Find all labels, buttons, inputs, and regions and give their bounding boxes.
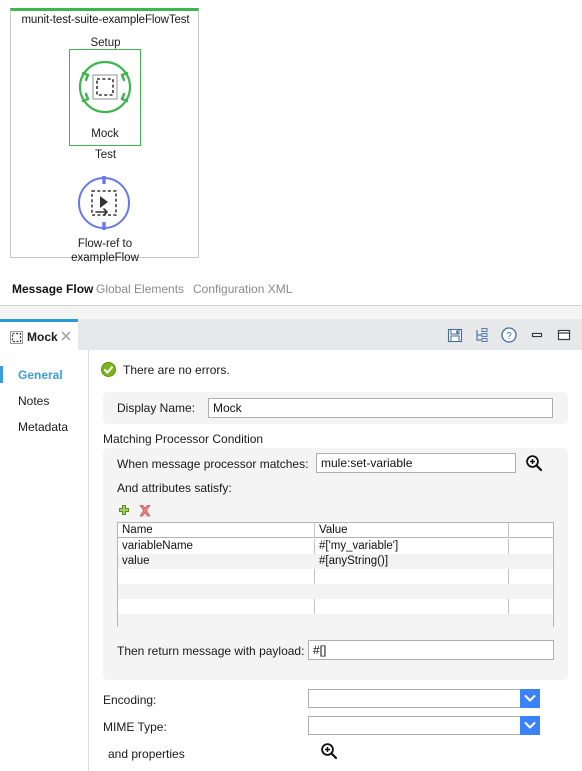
header-column-divider-2 xyxy=(508,523,509,538)
sidenav-selection-indicator xyxy=(0,366,3,383)
minimize-icon[interactable] xyxy=(527,325,547,345)
tab-mock[interactable]: Mock xyxy=(0,319,78,350)
general-tab-content: There are no errors. Display Name: Match… xyxy=(89,350,582,771)
lane-label-setup: Setup xyxy=(90,37,121,49)
flow-ref-icon xyxy=(69,171,139,235)
flow-node-flow-ref[interactable]: Flow-ref to exampleFlow xyxy=(69,171,141,264)
mock-icon xyxy=(10,331,23,344)
mime-type-dropdown-value[interactable] xyxy=(308,716,520,735)
matching-processor-group: When message processor matches: And attr… xyxy=(103,448,568,680)
view-tab-global-elements[interactable]: Global Elements xyxy=(96,282,184,296)
chevron-down-icon[interactable] xyxy=(520,716,540,735)
attributes-table-header: Name Value xyxy=(118,523,553,538)
payload-input[interactable] xyxy=(308,640,554,660)
flow-node-mock[interactable]: Mock xyxy=(69,49,141,146)
encoding-dropdown[interactable] xyxy=(308,689,540,708)
mock-icon xyxy=(70,54,140,120)
status-message-text: There are no errors. xyxy=(123,363,230,377)
column-header-value: Value xyxy=(319,524,348,536)
payload-label: Then return message with payload: xyxy=(117,644,305,658)
when-matches-label: When message processor matches: xyxy=(117,457,309,471)
link-tree-icon[interactable] xyxy=(472,325,492,345)
when-matches-input[interactable] xyxy=(316,453,516,473)
attributes-table[interactable]: Name Value variableName #['my_variable'] xyxy=(117,522,554,629)
table-row[interactable] xyxy=(118,599,553,614)
tab-mock-label: Mock xyxy=(27,330,58,344)
sidenav-item-notes[interactable]: Notes xyxy=(18,394,49,408)
matching-processor-condition-title: Matching Processor Condition xyxy=(103,432,264,446)
view-tab-configuration-xml[interactable]: Configuration XML xyxy=(193,282,292,296)
magnifier-icon[interactable] xyxy=(525,454,543,472)
add-plus-icon[interactable] xyxy=(117,504,131,518)
and-attributes-label: And attributes satisfy: xyxy=(117,481,232,495)
header-column-divider-1 xyxy=(314,523,315,538)
mime-type-dropdown[interactable] xyxy=(308,716,540,735)
success-check-icon xyxy=(101,362,116,377)
flow-node-mock-label: Mock xyxy=(91,128,119,140)
message-flow-canvas[interactable]: munit-test-suite-exampleFlowTest Setup M… xyxy=(0,0,582,275)
sidenav-item-general[interactable]: General xyxy=(18,368,63,382)
table-row[interactable] xyxy=(118,569,553,584)
table-row[interactable] xyxy=(118,614,553,629)
panel-toolbar: ? xyxy=(441,325,574,345)
display-name-input[interactable] xyxy=(208,398,553,418)
svg-text:?: ? xyxy=(507,331,513,342)
flow-title: munit-test-suite-exampleFlowTest xyxy=(21,14,190,26)
application-window: munit-test-suite-exampleFlowTest Setup M… xyxy=(0,0,582,771)
mime-type-label: MIME Type: xyxy=(103,720,167,734)
lane-label-test: Test xyxy=(94,149,117,161)
cell-name: value xyxy=(122,555,150,567)
table-row[interactable]: variableName #['my_variable'] xyxy=(118,539,553,554)
help-icon[interactable]: ? xyxy=(499,325,519,345)
cell-value: #[anyString()] xyxy=(319,555,389,567)
cell-name: variableName xyxy=(122,540,193,552)
encoding-dropdown-value[interactable] xyxy=(308,689,520,708)
table-row[interactable]: value #[anyString()] xyxy=(118,554,553,569)
chevron-down-icon[interactable] xyxy=(520,689,540,708)
encoding-label: Encoding: xyxy=(103,693,157,707)
close-icon[interactable] xyxy=(60,330,72,342)
properties-sidenav: General Notes Metadata xyxy=(0,350,89,771)
display-name-label: Display Name: xyxy=(117,401,196,415)
maximize-icon[interactable] xyxy=(554,325,574,345)
flow-container[interactable]: munit-test-suite-exampleFlowTest Setup M… xyxy=(10,8,199,264)
cell-value: #['my_variable'] xyxy=(319,540,399,552)
delete-x-icon[interactable] xyxy=(138,504,152,518)
column-header-name: Name xyxy=(122,524,153,536)
display-name-group: Display Name: xyxy=(103,392,568,424)
editor-view-tabs: Message Flow Global Elements Configurati… xyxy=(0,275,582,306)
table-row[interactable] xyxy=(118,584,553,599)
save-icon[interactable] xyxy=(445,325,465,345)
view-tab-message-flow[interactable]: Message Flow xyxy=(12,282,93,296)
sidenav-item-metadata[interactable]: Metadata xyxy=(18,420,68,434)
and-properties-label: and properties xyxy=(108,747,185,761)
flow-node-flow-ref-label: Flow-ref to exampleFlow xyxy=(71,238,139,264)
magnifier-icon[interactable] xyxy=(320,742,338,760)
properties-panel: Mock ? General Notes Metadata There are … xyxy=(0,306,582,771)
panel-body: General Notes Metadata There are no erro… xyxy=(0,350,582,771)
properties-tabbar: Mock ? xyxy=(0,319,582,351)
